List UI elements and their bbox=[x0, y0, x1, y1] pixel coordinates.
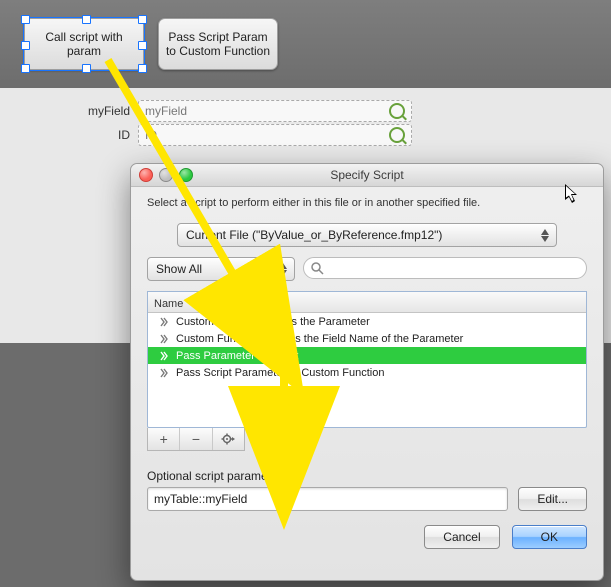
search-input[interactable] bbox=[303, 257, 587, 279]
list-header-name[interactable]: Name bbox=[148, 292, 586, 313]
selection-handle[interactable] bbox=[21, 41, 30, 50]
param-label: Optional script parameter: bbox=[147, 469, 587, 483]
remove-button[interactable]: − bbox=[180, 428, 212, 450]
gear-icon bbox=[221, 432, 235, 446]
list-item[interactable]: Pass Parameter to Script bbox=[148, 347, 586, 364]
list-toolbar: + − bbox=[147, 428, 245, 451]
script-icon bbox=[158, 367, 170, 379]
list-item[interactable]: Pass Script Parameter to Custom Function bbox=[148, 364, 586, 381]
selection-handle[interactable] bbox=[21, 15, 30, 24]
selection-handle[interactable] bbox=[138, 15, 147, 24]
script-icon bbox=[158, 350, 170, 362]
selection-handle[interactable] bbox=[138, 41, 147, 50]
add-button[interactable]: + bbox=[148, 428, 180, 450]
chevron-updown-icon bbox=[276, 261, 290, 277]
selection-handle[interactable] bbox=[138, 64, 147, 73]
quickfind-icon bbox=[389, 127, 405, 143]
script-icon bbox=[158, 333, 170, 345]
filter-popup-label: Show All bbox=[156, 262, 202, 276]
dialog-description: Select a script to perform either in thi… bbox=[147, 197, 587, 209]
minimize-icon bbox=[159, 168, 173, 182]
file-popup[interactable]: Current File ("ByValue_or_ByReference.fm… bbox=[177, 223, 557, 247]
list-item[interactable]: Custom Function Retuns the Parameter bbox=[148, 313, 586, 330]
zoom-icon[interactable] bbox=[179, 168, 193, 182]
selection-handle[interactable] bbox=[21, 64, 30, 73]
chevron-updown-icon bbox=[538, 227, 552, 243]
cancel-button[interactable]: Cancel bbox=[424, 525, 499, 549]
field-id[interactable]: ID bbox=[138, 124, 412, 146]
script-list[interactable]: Name Custom Function Retuns the Paramete… bbox=[147, 291, 587, 428]
layout-button-pass-param[interactable]: Pass Script Param to Custom Function bbox=[158, 18, 278, 70]
layout-button-call-script[interactable]: Call script with param bbox=[24, 18, 144, 70]
selection-handle[interactable] bbox=[82, 64, 91, 73]
layout-button-label: Pass Script Param to Custom Function bbox=[165, 30, 271, 59]
param-value: myTable::myField bbox=[154, 492, 247, 506]
list-item-label: Pass Parameter to Script bbox=[176, 350, 298, 362]
specify-script-dialog: Specify Script Select a script to perfor… bbox=[130, 163, 604, 581]
file-popup-label: Current File ("ByValue_or_ByReference.fm… bbox=[186, 228, 442, 242]
dialog-titlebar[interactable]: Specify Script bbox=[131, 164, 603, 187]
list-item[interactable]: Custom Function Returns the Field Name o… bbox=[148, 330, 586, 347]
selection-handle[interactable] bbox=[82, 15, 91, 24]
field-value: myField bbox=[145, 104, 187, 118]
field-label: myField bbox=[70, 104, 138, 118]
field-label: ID bbox=[70, 128, 138, 142]
script-icon bbox=[158, 316, 170, 328]
field-value: ID bbox=[145, 128, 157, 142]
param-input[interactable]: myTable::myField bbox=[147, 487, 508, 511]
layout-button-label: Call script with param bbox=[31, 30, 137, 59]
list-item-label: Custom Function Retuns the Parameter bbox=[176, 316, 370, 328]
action-gear-button[interactable] bbox=[213, 428, 244, 450]
quickfind-icon bbox=[389, 103, 405, 119]
ok-button[interactable]: OK bbox=[512, 525, 587, 549]
close-icon[interactable] bbox=[139, 168, 153, 182]
list-item-label: Custom Function Returns the Field Name o… bbox=[176, 333, 463, 345]
edit-button[interactable]: Edit... bbox=[518, 487, 587, 511]
dialog-title: Specify Script bbox=[330, 168, 403, 182]
field-myfield[interactable]: myField bbox=[138, 100, 412, 122]
list-item-label: Pass Script Parameter to Custom Function bbox=[176, 367, 384, 379]
filter-popup[interactable]: Show All bbox=[147, 257, 295, 281]
search-icon bbox=[311, 262, 324, 275]
